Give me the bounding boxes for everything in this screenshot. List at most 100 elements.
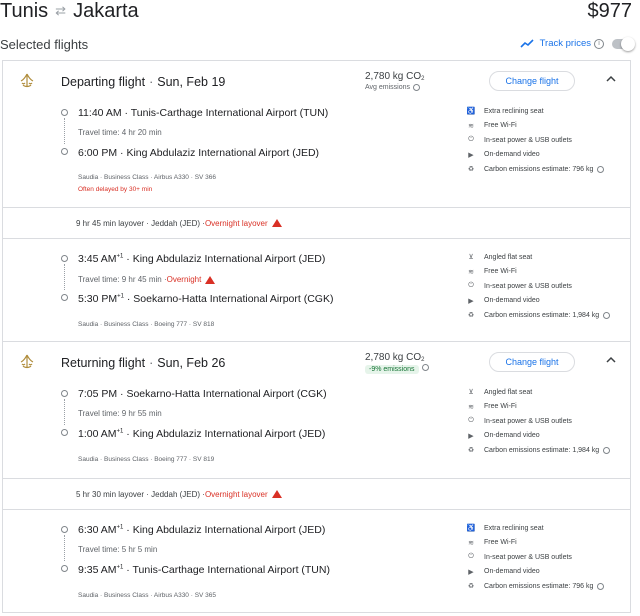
- flight-meta: Saudia · Business Class · Boeing 777 · S…: [78, 456, 215, 463]
- flight-leg: 11:40 AM · Tunis-Carthage International …: [3, 107, 630, 207]
- returning-header[interactable]: Returning flight · Sun, Feb 26 2,780 kg CO…: [3, 342, 630, 388]
- next-day-marker: +1: [116, 253, 124, 260]
- leg-timeline: [61, 524, 69, 574]
- amenity-item: ♻ Carbon emissions estimate: 1,984 kg: [466, 443, 634, 458]
- trend-line-icon: [520, 38, 534, 48]
- warning-icon: [271, 219, 282, 227]
- track-prices[interactable]: Track prices i: [520, 36, 635, 51]
- amenity-label: In-seat power & USB outlets: [484, 553, 572, 561]
- chevron-up-icon[interactable]: [606, 356, 616, 364]
- departure-dot: [61, 390, 68, 397]
- info-icon[interactable]: [421, 364, 429, 371]
- power-plug-icon: ⏻: [468, 553, 474, 561]
- next-day-marker: +1: [117, 293, 124, 300]
- video-icon: ▶: [468, 151, 474, 159]
- dep-airport: King Abdulaziz International Airport (JE…: [132, 524, 326, 536]
- arr-airport: Soekarno-Hatta International Airport (CG…: [133, 293, 334, 305]
- arr-airport: King Abdulaziz International Airport (JE…: [126, 147, 320, 159]
- flight-meta: Saudia · Business Class · Airbus A330 · …: [78, 592, 217, 599]
- amenity-label: Free Wi-Fi: [484, 268, 517, 276]
- amenity-item: ♻ Carbon emissions estimate: 796 kg: [466, 162, 634, 177]
- co2-subscript: 2: [421, 76, 425, 82]
- co2-note: Avg emissions: [365, 84, 411, 91]
- arr-airport: King Abdulaziz International Airport (JE…: [132, 428, 326, 440]
- info-icon[interactable]: [603, 446, 611, 454]
- amenity-label: On-demand video: [484, 297, 540, 305]
- flight-leg: 6:30 AM+1 · King Abdulaziz International…: [3, 524, 630, 612]
- dep-airport: King Abdulaziz International Airport (JE…: [132, 253, 326, 265]
- amenity-item: ▶ On-demand video: [466, 429, 634, 444]
- amenity-item: ≋ Free Wi-Fi: [466, 119, 634, 134]
- power-plug-icon: ⏻: [468, 282, 474, 290]
- travel-time: Travel time: 9 hr 45 min · Overnight: [78, 275, 216, 284]
- arr-airport: Tunis-Carthage International Airport (TU…: [132, 564, 330, 576]
- amenity-label: Angled flat seat: [484, 253, 533, 261]
- destination-city: Jakarta: [73, 0, 139, 22]
- departure-dot: [61, 255, 68, 262]
- route-title: Tunis ⇄ Jakarta: [0, 0, 139, 22]
- flight-meta: Saudia · Business Class · Airbus A330 · …: [78, 174, 217, 181]
- departing-header[interactable]: Departing flight · Sun, Feb 19 2,780 kg CO…: [3, 61, 630, 107]
- amenity-item: ▶ On-demand video: [466, 148, 634, 163]
- wifi-icon: ≋: [468, 268, 474, 276]
- amenity-label: In-seat power & USB outlets: [484, 417, 572, 425]
- arr-time: 5:30 PM: [78, 293, 118, 305]
- change-flight-button[interactable]: Change flight: [489, 71, 575, 91]
- seat-icon: ♿: [466, 525, 476, 533]
- flight-leg: 3:45 AM+1 · King Abdulaziz International…: [3, 253, 630, 341]
- returning-co2: 2,780 kg CO2 -9% emissions: [365, 352, 429, 374]
- info-icon[interactable]: [413, 84, 421, 91]
- amenity-label: On-demand video: [484, 568, 540, 576]
- change-flight-button[interactable]: Change flight: [489, 352, 575, 372]
- info-icon[interactable]: [603, 311, 611, 319]
- next-day-marker: +1: [116, 524, 124, 531]
- layover-warning: Overnight layover: [204, 489, 268, 499]
- timeline-line: [64, 118, 65, 144]
- departing-co2: 2,780 kg CO2 Avg emissions: [365, 71, 425, 91]
- co2-value: 2,780 kg CO: [365, 71, 422, 82]
- power-plug-icon: ⏻: [468, 417, 474, 425]
- co2-value: 2,780 kg CO: [365, 352, 422, 363]
- wifi-icon: ≋: [468, 539, 474, 547]
- returning-date: Sun, Feb 26: [157, 356, 226, 370]
- travel-time: Travel time: 5 hr 5 min: [78, 545, 158, 554]
- timeline-line: [64, 264, 65, 290]
- arr-time: 6:00 PM: [78, 147, 118, 159]
- saudia-logo-icon: [20, 354, 34, 369]
- emissions-badge: -9% emissions: [365, 365, 419, 374]
- dep-time: 6:30 AM: [78, 524, 117, 536]
- arrival-line: 5:30 PM+1 · Soekarno-Hatta International…: [78, 293, 334, 305]
- layover-text: 5 hr 30 min layover · Jeddah (JED) ·: [76, 489, 205, 499]
- track-prices-label: Track prices: [539, 38, 591, 49]
- amenity-item: ▶ On-demand video: [466, 565, 634, 580]
- arrival-line: 9:35 AM+1 · Tunis-Carthage International…: [78, 564, 330, 576]
- trip-header: Tunis ⇄ Jakarta $977: [0, 0, 640, 34]
- track-prices-toggle[interactable]: [612, 36, 635, 51]
- power-plug-icon: ⏻: [468, 136, 474, 144]
- amenity-item: ♻ Carbon emissions estimate: 1,984 kg: [466, 308, 634, 323]
- amenity-item: ⏻ In-seat power & USB outlets: [466, 550, 634, 565]
- amenity-label: Carbon emissions estimate: 796 kg: [484, 582, 594, 590]
- amenity-item: ♻ Carbon emissions estimate: 796 kg: [466, 579, 634, 594]
- amenities-list: ♿ Extra reclining seat ≋ Free Wi-Fi ⏻ In-se…: [466, 104, 634, 177]
- layover-warning: Overnight layover: [204, 218, 268, 228]
- info-icon[interactable]: i: [594, 38, 604, 49]
- timeline-line: [64, 399, 65, 425]
- amenities-list: ⊻ Angled flat seat ≋ Free Wi-Fi ⏻ In-seat p…: [466, 385, 634, 458]
- info-icon[interactable]: [597, 582, 605, 590]
- returning-flight-card: Returning flight · Sun, Feb 26 2,780 kg CO…: [2, 341, 631, 613]
- travel-text: Travel time: 9 hr 45 min ·: [78, 275, 167, 284]
- co2-icon: ♻: [467, 583, 475, 591]
- amenity-item: ⊻ Angled flat seat: [466, 385, 634, 400]
- info-icon[interactable]: [597, 165, 605, 173]
- overnight-warning: Overnight: [166, 275, 202, 284]
- video-icon: ▶: [468, 432, 474, 440]
- layover-row: 9 hr 45 min layover · Jeddah (JED) · Ove…: [3, 207, 630, 239]
- seat-icon: ♿: [466, 108, 476, 116]
- chevron-up-icon[interactable]: [606, 75, 616, 83]
- amenity-label: On-demand video: [484, 151, 540, 159]
- departure-line: 3:45 AM+1 · King Abdulaziz International…: [78, 253, 326, 265]
- arrival-dot: [61, 429, 68, 436]
- saudia-logo-icon: [20, 73, 34, 88]
- arrival-line: 6:00 PM · King Abdulaziz International A…: [78, 147, 320, 159]
